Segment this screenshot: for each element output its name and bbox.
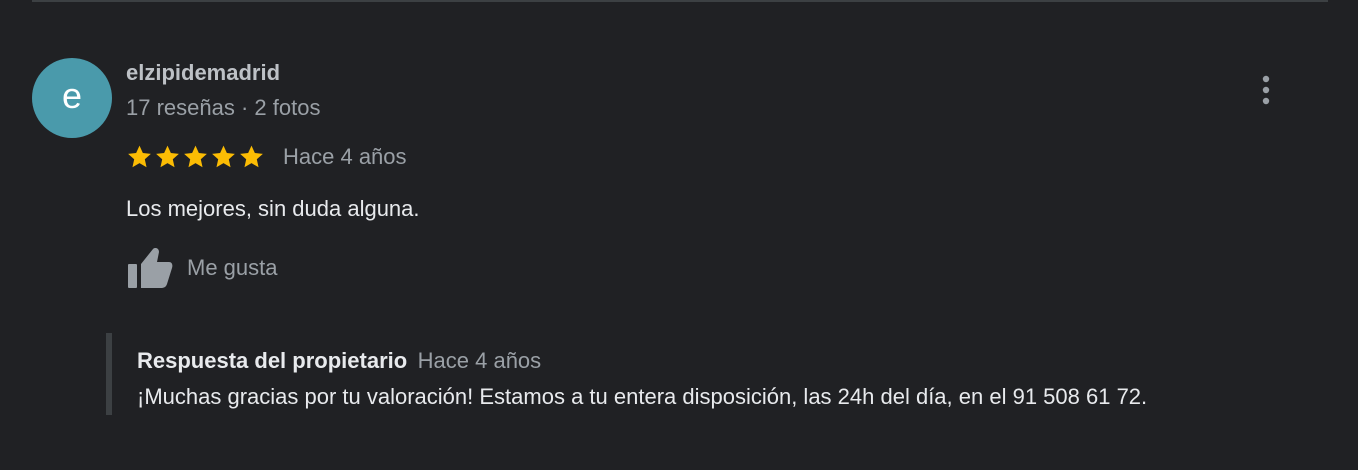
reply-date: Hace 4 años (417, 348, 542, 373)
like-button[interactable]: Me gusta (126, 246, 278, 290)
star-icon (128, 145, 151, 168)
star-rating (126, 144, 266, 170)
review-card: e elzipidemadrid 17 reseñas · 2 fotos Ha… (0, 0, 1358, 470)
author-name[interactable]: elzipidemadrid (126, 59, 280, 87)
star-icon (212, 145, 235, 168)
thumbs-up-icon (128, 248, 173, 288)
reply-bar (106, 333, 112, 415)
star-icon (184, 145, 207, 168)
more-vert-icon (1262, 75, 1270, 105)
avatar[interactable]: e (32, 58, 112, 138)
star-icon (240, 145, 263, 168)
rating-row: Hace 4 años (126, 142, 407, 172)
star-icon (156, 145, 179, 168)
owner-reply: Respuesta del propietario Hace 4 años ¡M… (106, 333, 1346, 415)
more-options-button[interactable] (1250, 72, 1282, 108)
reply-title: Respuesta del propietario (137, 348, 408, 373)
reply-header: Respuesta del propietario Hace 4 años (137, 347, 541, 378)
reply-text: ¡Muchas gracias por tu valoración! Estam… (137, 384, 1148, 409)
author-meta[interactable]: 17 reseñas · 2 fotos (126, 94, 320, 122)
avatar-letter: e (61, 75, 83, 116)
review-date: Hace 4 años (283, 144, 407, 169)
like-label: Me gusta (187, 255, 278, 280)
review-text: Los mejores, sin duda alguna. (126, 196, 420, 221)
top-divider (32, 0, 1328, 2)
